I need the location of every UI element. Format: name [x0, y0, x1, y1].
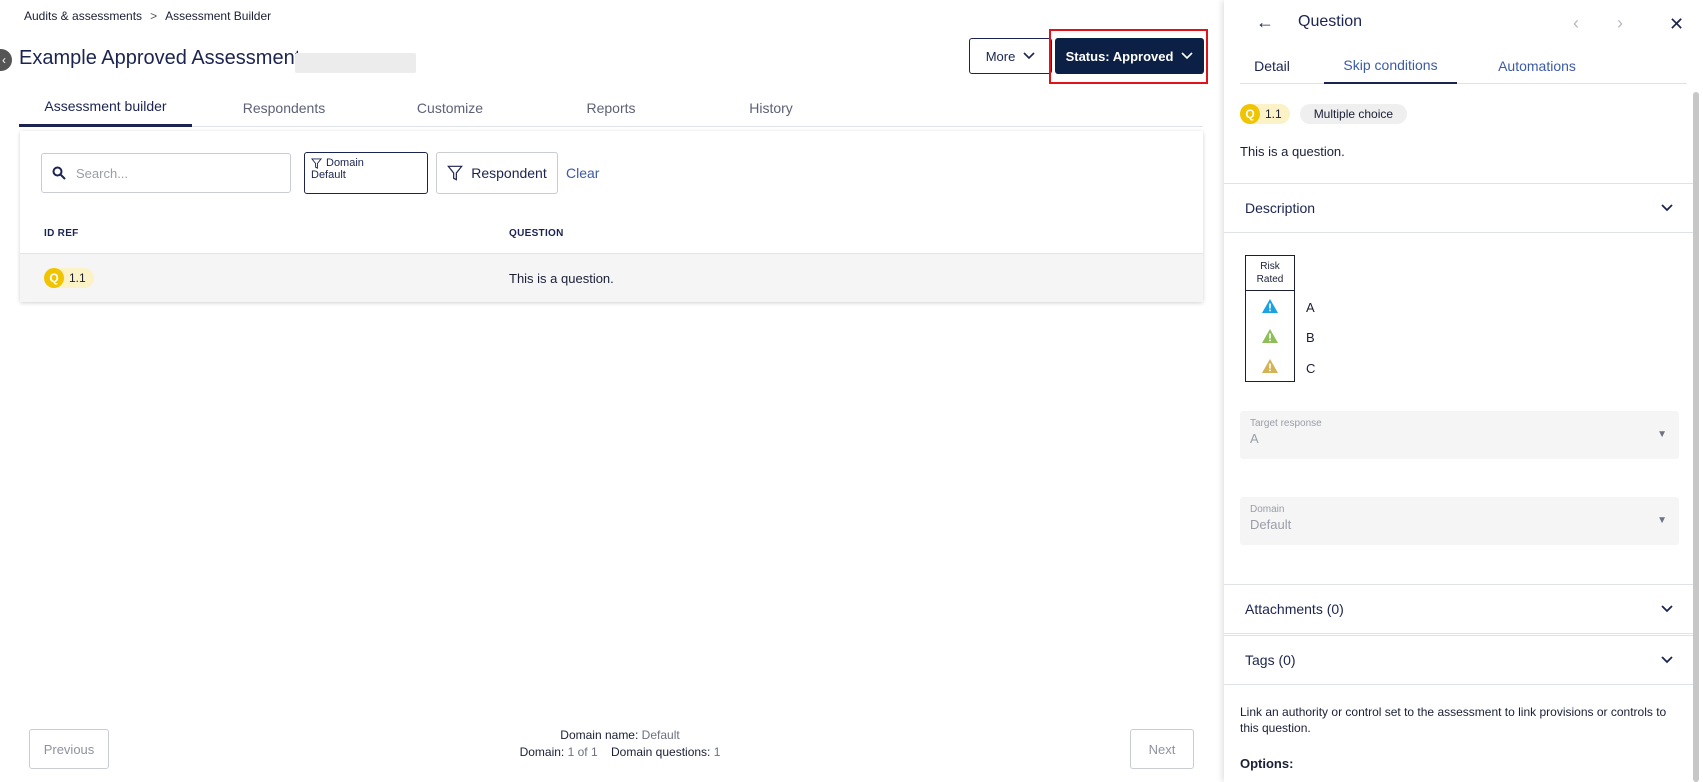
domain-questions-value: 1 [713, 745, 721, 759]
more-button-label: More [985, 48, 1016, 64]
arrow-left-icon[interactable]: ← [1256, 12, 1274, 33]
column-header-id-ref: ID REF [44, 228, 79, 239]
column-header-question: QUESTION [509, 228, 564, 239]
next-button[interactable]: Next [1130, 729, 1194, 769]
tags-label: Tags (0) [1245, 652, 1296, 668]
previous-button[interactable]: Previous [29, 729, 109, 769]
status-button[interactable]: Status: Approved [1055, 38, 1204, 74]
filter-icon [447, 165, 464, 181]
risk-level-a [1246, 291, 1294, 321]
attachments-label: Attachments (0) [1245, 601, 1344, 617]
domain-count-label: Domain: [519, 745, 565, 759]
previous-question-icon[interactable]: ‹ [1573, 13, 1579, 34]
breadcrumb-current: Assessment Builder [165, 9, 272, 23]
domain-filter-value: Default [311, 169, 346, 181]
domain-summary: Domain name: Default Domain: 1 of 1 Doma… [470, 727, 770, 761]
questions-card: Search... Domain Default Respondent Clea… [20, 131, 1203, 302]
attachments-section[interactable]: Attachments (0) [1224, 584, 1693, 634]
panel-question-text: This is a question. [1240, 144, 1345, 159]
clear-filters-link[interactable]: Clear [566, 165, 599, 181]
more-button[interactable]: More [969, 38, 1052, 74]
question-type-icon: Q [44, 268, 64, 288]
filter-icon [311, 157, 322, 169]
question-type-chip: Multiple choice [1299, 104, 1408, 124]
domain-filter-label: Domain [326, 157, 364, 169]
caret-down-icon: ▼ [1657, 515, 1667, 526]
page-title: Example Approved Assessment [19, 47, 301, 69]
question-id-ref: 1.1 [1265, 107, 1282, 121]
tab-detail[interactable]: Detail [1240, 48, 1304, 84]
respondent-filter[interactable]: Respondent [436, 152, 558, 194]
link-authority-text: Link an authority or control set to the … [1240, 705, 1667, 735]
target-response-value: A [1250, 431, 1259, 446]
question-text: This is a question. [509, 270, 614, 286]
chevron-down-icon [1661, 656, 1673, 664]
warning-icon [1262, 329, 1278, 343]
risk-option-c-label: C [1306, 361, 1316, 376]
risk-rated-header: Risk Rated [1246, 256, 1294, 291]
question-id-badge: Q 1.1 [44, 268, 94, 288]
tab-reports[interactable]: Reports [537, 88, 685, 127]
question-type-icon: Q [1240, 104, 1260, 124]
status-button-label: Status: Approved [1065, 48, 1174, 64]
question-detail-panel: ← Question ‹ › ✕ Detail Skip conditions … [1224, 0, 1703, 782]
search-placeholder: Search... [76, 165, 129, 181]
question-id-badge: Q 1.1 [1240, 104, 1290, 124]
risk-option-a-label: A [1306, 300, 1315, 315]
domain-name-value: Default [641, 728, 680, 742]
warning-icon [1262, 299, 1278, 313]
next-question-icon[interactable]: › [1617, 13, 1623, 34]
question-id-ref: 1.1 [69, 271, 86, 285]
respondent-filter-label: Respondent [471, 165, 547, 181]
warning-icon [1262, 359, 1278, 373]
panel-title: Question [1298, 13, 1363, 30]
tab-skip-conditions[interactable]: Skip conditions [1324, 48, 1457, 84]
tab-respondents[interactable]: Respondents [209, 88, 359, 127]
description-section[interactable]: Description [1224, 183, 1693, 233]
search-icon [52, 166, 66, 180]
options-label: Options: [1240, 756, 1294, 771]
domain-select-value: Default [1250, 517, 1292, 532]
target-response-select[interactable]: Target response A ▼ [1240, 411, 1679, 459]
domain-questions-label: Domain questions: [610, 745, 711, 759]
tab-automations[interactable]: Automations [1472, 48, 1602, 84]
chevron-down-icon [1181, 52, 1193, 60]
caret-down-icon: ▼ [1657, 429, 1667, 440]
breadcrumb-chevron-icon: > [150, 9, 158, 23]
chevron-down-icon [1661, 605, 1673, 613]
domain-filter[interactable]: Domain Default [304, 152, 428, 194]
search-input[interactable]: Search... [41, 153, 291, 193]
title-placeholder-bar [295, 53, 416, 73]
tags-section[interactable]: Tags (0) [1224, 635, 1693, 685]
target-response-label: Target response [1250, 418, 1322, 429]
table-row[interactable]: Q 1.1 This is a question. [20, 253, 1203, 302]
tab-assessment-builder[interactable]: Assessment builder [19, 88, 192, 127]
domain-select-label: Domain [1250, 504, 1285, 515]
risk-option-b-label: B [1306, 330, 1315, 345]
back-arrow-icon[interactable]: ‹ [0, 49, 12, 71]
close-icon[interactable]: ✕ [1669, 14, 1684, 35]
risk-rated-table: Risk Rated [1245, 255, 1295, 382]
breadcrumb: Audits & assessments > Assessment Builde… [24, 9, 271, 23]
tab-customize[interactable]: Customize [379, 88, 521, 127]
domain-select[interactable]: Domain Default ▼ [1240, 497, 1679, 545]
panel-scrollbar[interactable] [1693, 92, 1699, 782]
risk-level-c [1246, 351, 1294, 381]
main-tabs: Assessment builder Respondents Customize… [19, 88, 1203, 127]
breadcrumb-audits-link[interactable]: Audits & assessments [24, 9, 142, 23]
panel-tabs: Detail Skip conditions Automations [1240, 48, 1687, 84]
chevron-down-icon [1661, 204, 1673, 212]
chevron-down-icon [1023, 52, 1035, 60]
domain-name-label: Domain name: [560, 728, 639, 742]
risk-level-b [1246, 321, 1294, 351]
tab-history[interactable]: History [697, 88, 845, 127]
description-label: Description [1245, 200, 1316, 216]
domain-count-value: 1 of 1 [567, 745, 598, 759]
question-meta: Q 1.1 Multiple choice [1240, 104, 1408, 124]
